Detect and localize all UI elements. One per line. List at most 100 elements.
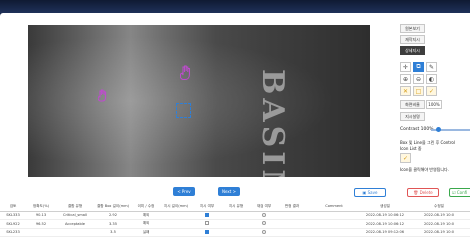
instruction-checkbox[interactable] (205, 221, 209, 226)
recheck-radio[interactable] (262, 229, 266, 234)
table-cell: 96.52 (26, 219, 56, 229)
close-icon[interactable]: ✕ (400, 86, 411, 96)
column-header[interactable]: 결함 Box 길이(mm) (94, 202, 132, 212)
pen-icon[interactable]: ✎ (426, 62, 437, 72)
column-header[interactable]: 결함 유형 (56, 202, 94, 212)
contrast-slider-handle[interactable] (436, 127, 441, 132)
column-header[interactable]: 지시 여부 (192, 202, 222, 212)
ratio-label: 화면비율 (400, 100, 425, 109)
table-cell (222, 219, 250, 229)
recheck-radio[interactable] (262, 212, 266, 217)
table-cell (222, 228, 250, 237)
column-header[interactable]: 수정일 (408, 202, 470, 212)
table-cell: 2022-08-19 09:12:06 (362, 228, 408, 237)
hint-line2: Icon List 중 (400, 146, 422, 151)
table-row[interactable]: SKL233 3.5 실패 2022-08-19 09:12:06 2022-08-19… (0, 228, 470, 237)
hand-marker-icon[interactable] (180, 65, 194, 81)
table-cell (250, 228, 278, 237)
table-cell: 90.13 (26, 211, 56, 220)
box-icon[interactable]: □ (413, 86, 424, 96)
delete-label: Delete (419, 190, 433, 195)
column-header[interactable]: 이미 / 수정 (132, 202, 160, 212)
contrast-label: Contrast 100% (400, 127, 434, 132)
table-cell: 3.5 (94, 228, 132, 237)
table-cell: 2.92 (94, 211, 132, 220)
column-header[interactable]: 생성일 (362, 202, 408, 212)
table-cell (26, 228, 56, 237)
table-row[interactable]: SKL922 96.52 Acceptable 3.35 예외 2022-08-19 10… (0, 219, 470, 229)
move-icon[interactable]: ✛ (400, 62, 411, 72)
table-cell: 2022-08-19 10:06:12 (362, 219, 408, 229)
original-view-button[interactable]: 원본보기 (400, 24, 425, 33)
table-body: SKL333 90.13 Critical_small 2.92 예외 2022-08-1… (0, 211, 470, 237)
selection-box[interactable] (176, 103, 191, 118)
table-cell: 2022-08-19 10:0 (408, 219, 470, 229)
table-row[interactable]: SKL333 90.13 Critical_small 2.92 예외 2022-08-1… (0, 211, 470, 220)
confirm-button[interactable]: ☑ Confi (449, 188, 470, 197)
column-header[interactable]: 검토 (0, 202, 26, 212)
check-sample-icon: ✓ (400, 153, 411, 163)
table-cell (56, 228, 94, 237)
table-cell: 3.35 (94, 219, 132, 229)
image-shading (28, 25, 370, 177)
next-button[interactable]: Next > (218, 187, 240, 196)
side-control-panel: 원본보기 재작지시 상세지시 ✛ ⧉ ✎ ⊕ ⊖ ◐ ✕ □ ✓ 화면비율 10… (398, 24, 470, 174)
table-cell (222, 211, 250, 220)
top-header-bar (0, 0, 470, 13)
table-cell (160, 219, 192, 229)
table-cell (160, 228, 192, 237)
save-label: Save (367, 190, 378, 195)
recheck-radio[interactable] (262, 221, 266, 226)
select-icon[interactable]: ⧉ (413, 62, 424, 72)
table-cell: 2022-08-19 10:06:12 (362, 211, 408, 220)
column-header[interactable]: 지시 길이(mm) (160, 202, 192, 212)
hint-line3: Icon을 클릭해야 반영됩니다. (400, 167, 449, 172)
confirm-label: Confi (456, 190, 468, 195)
column-header[interactable]: 지시 유형 (222, 202, 250, 212)
table-cell (250, 211, 278, 220)
table-cell (278, 211, 306, 220)
image-text: BASIM 1 (255, 69, 290, 177)
table-cell: 2022-08-19 10:0 (408, 211, 470, 220)
table-cell (192, 211, 222, 220)
column-header[interactable]: 정확도(%) (26, 202, 56, 212)
column-header[interactable]: Comment (306, 202, 362, 212)
table-cell: 2022-08-19 10:0 (408, 228, 470, 237)
column-header[interactable]: 재검 여부 (250, 202, 278, 212)
table-cell (306, 211, 362, 220)
xray-image-viewer[interactable]: BASIM 1 (28, 25, 370, 177)
contrast-icon[interactable]: ◐ (426, 74, 437, 84)
table-cell: Critical_small (56, 211, 94, 220)
table-cell: SKL922 (0, 219, 26, 229)
result-table: 검토 정확도(%) 결함 유형 결함 Box 길이(mm) 이미 / 수정 지시 길이(m… (0, 202, 470, 237)
table-cell (278, 228, 306, 237)
instruction-checkbox[interactable] (205, 212, 209, 217)
table-cell (278, 219, 306, 229)
detail-instruction-button[interactable]: 상세지시 (400, 46, 425, 55)
table-cell: Acceptable (56, 219, 94, 229)
prev-button[interactable]: < Prev (173, 187, 195, 196)
table-cell: SKL233 (0, 228, 26, 237)
table-cell (192, 228, 222, 237)
table-cell (192, 219, 222, 229)
save-button[interactable]: ▣ Save (354, 188, 386, 197)
table-cell (250, 219, 278, 229)
ratio-value[interactable]: 100% (426, 100, 442, 109)
column-header[interactable]: 판정 결과 (278, 202, 306, 212)
table-cell (160, 211, 192, 220)
table-cell: 예외 (132, 219, 160, 229)
instruction-checkbox[interactable] (205, 229, 209, 234)
table-cell: SKL333 (0, 211, 26, 220)
table-cell: 예외 (132, 211, 160, 220)
check-icon[interactable]: ✓ (426, 86, 437, 96)
zoom-out-icon[interactable]: ⊖ (413, 74, 424, 84)
zoom-in-icon[interactable]: ⊕ (400, 74, 411, 84)
table-header-row: 검토 정확도(%) 결함 유형 결함 Box 길이(mm) 이미 / 수정 지시 길이(m… (0, 202, 470, 212)
instruction-label[interactable]: 지시설명 (400, 112, 425, 121)
table-cell (306, 228, 362, 237)
request-button[interactable]: 재작지시 (400, 35, 425, 44)
table-cell (306, 219, 362, 229)
hand-marker-small-icon[interactable] (98, 89, 110, 102)
table-cell: 실패 (132, 228, 160, 237)
delete-button[interactable]: 🗑 Delete (407, 188, 439, 197)
